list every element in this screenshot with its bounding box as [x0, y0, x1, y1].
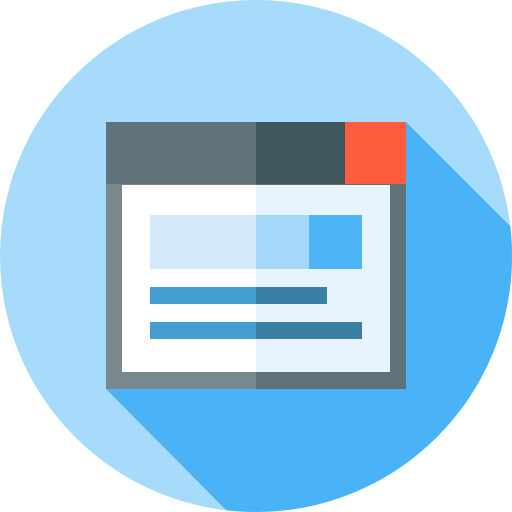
browser-window-icon	[0, 0, 512, 512]
icon-stage	[0, 0, 512, 512]
text-line-1-right	[256, 287, 327, 304]
text-line-1-left	[150, 287, 256, 304]
content-pane-left	[122, 185, 256, 372]
close-button-icon	[345, 122, 406, 184]
title-bar-left	[106, 122, 256, 184]
banner-left	[150, 215, 256, 269]
banner-middle	[256, 215, 309, 269]
content-pane-right	[256, 185, 390, 372]
title-bar-right	[256, 122, 345, 184]
text-line-2-left	[150, 322, 256, 339]
banner-right	[309, 215, 362, 269]
text-line-2-right	[256, 322, 362, 339]
